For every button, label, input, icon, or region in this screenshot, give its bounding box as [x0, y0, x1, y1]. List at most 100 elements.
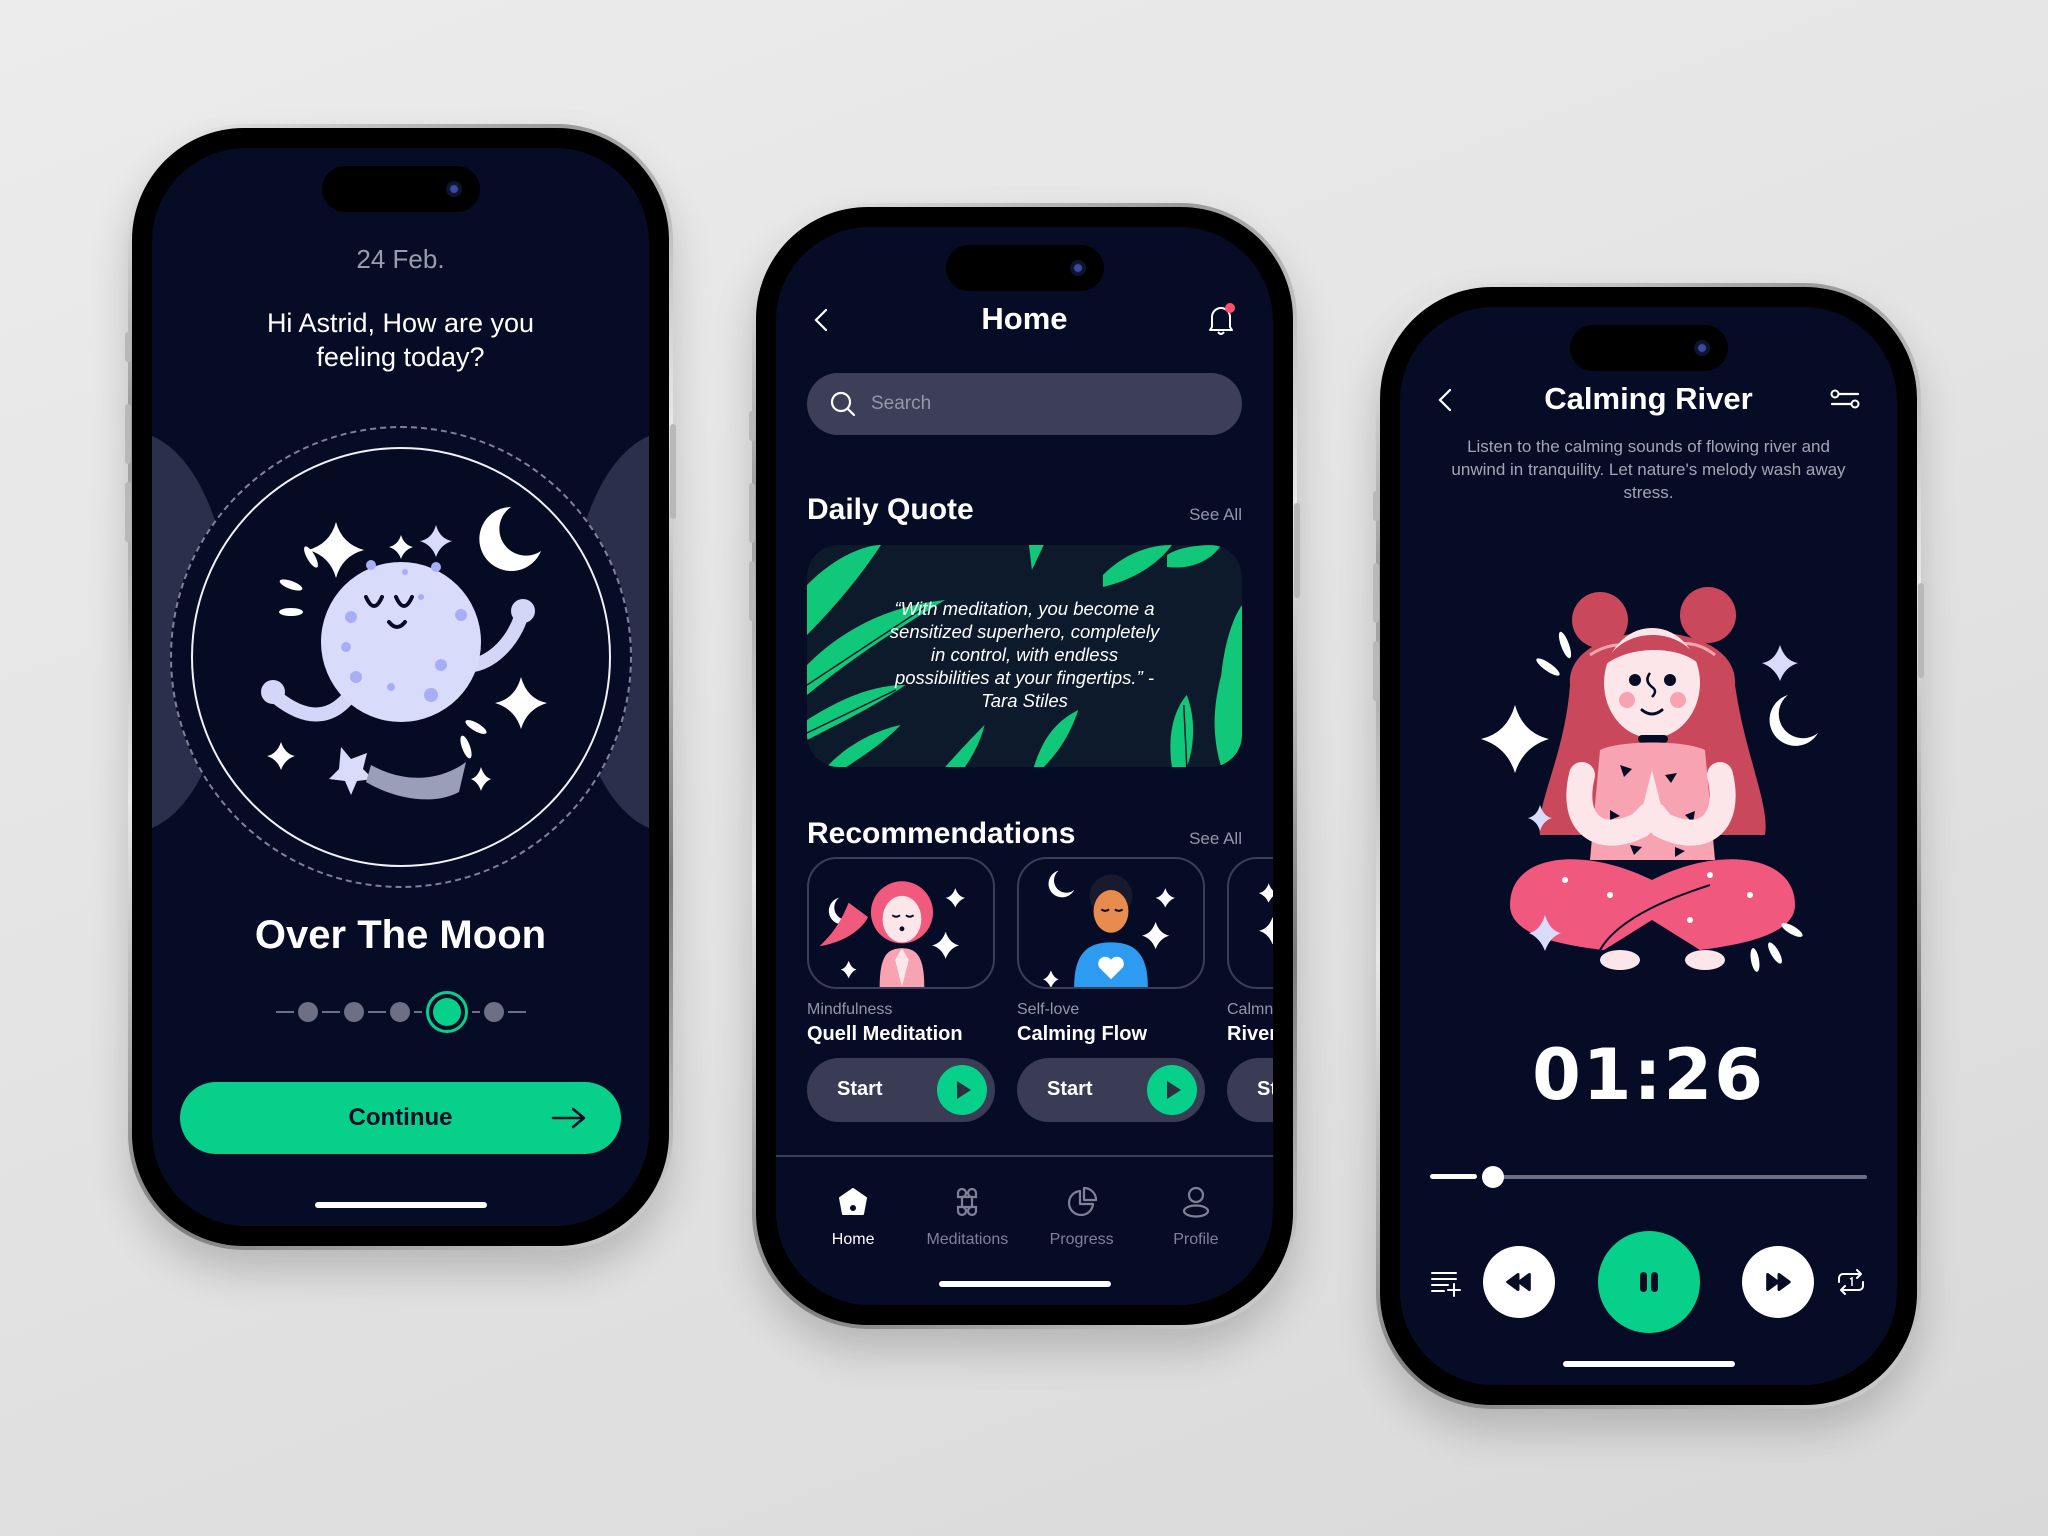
recommendation-thumbnail[interactable]	[1017, 857, 1205, 989]
tab-label: Meditations	[926, 1231, 1009, 1248]
step-connector	[507, 1011, 526, 1013]
daily-quote-text: “With meditation, you become a sensitize…	[889, 598, 1160, 711]
mood-step-indicator	[152, 991, 649, 1033]
recommendation-card[interactable]: Self-love Calming Flow Start	[1017, 857, 1205, 1122]
camera-icon	[1693, 340, 1710, 356]
volume-down-button	[749, 561, 755, 621]
pause-button[interactable]	[1597, 1231, 1700, 1333]
sparkle-icon	[388, 535, 413, 559]
recommendations-see-all-link[interactable]: See All	[1189, 829, 1242, 849]
sparkle-icon	[266, 742, 295, 770]
sparkle-icon	[840, 960, 857, 979]
shooting-star-icon	[328, 747, 373, 795]
pink-haired-woman-illustration	[819, 881, 965, 987]
power-button	[670, 424, 676, 519]
daily-quote-see-all-link[interactable]: See All	[1189, 505, 1242, 525]
man-heart-shirt-illustration	[1043, 870, 1175, 987]
add-to-playlist-button[interactable]	[1428, 1264, 1464, 1300]
search-icon	[830, 391, 856, 417]
repeat-one-button[interactable]	[1833, 1264, 1869, 1300]
camera-icon	[445, 181, 462, 197]
progress-slider[interactable]	[1430, 1165, 1867, 1189]
tab-home[interactable]: Home	[798, 1185, 908, 1275]
recommendations-header: Recommendations See All	[807, 817, 1242, 857]
meditating-girl-illustration	[1481, 587, 1818, 972]
home-indicator[interactable]	[938, 1281, 1111, 1287]
recommendations-heading: Recommendations	[807, 817, 1076, 850]
recommendation-category: Calmness	[1227, 1001, 1273, 1018]
mood-step-3[interactable]	[389, 1002, 410, 1022]
play-icon[interactable]	[1147, 1065, 1197, 1115]
arrow-right-icon	[551, 1107, 586, 1129]
recommendation-title: Quell Meditation	[807, 1023, 963, 1045]
step-connector	[275, 1011, 294, 1013]
sparkle-icon	[1043, 970, 1059, 987]
recommendation-card[interactable]: Mindfulness Quell Meditation Start	[807, 857, 995, 1122]
daily-quote-card[interactable]: “With meditation, you become a sensitize…	[807, 545, 1242, 767]
mood-label: Over The Moon	[254, 913, 547, 957]
start-label: Start	[1047, 1078, 1093, 1100]
stars-illustration	[1258, 883, 1273, 945]
mood-step-4-selected[interactable]	[425, 991, 468, 1033]
greeting-line-2: feeling today?	[316, 342, 485, 372]
crescent-moon-icon	[1769, 695, 1818, 746]
tab-profile[interactable]: Profile	[1141, 1185, 1251, 1275]
home-indicator[interactable]	[1562, 1361, 1735, 1367]
sparkle-icon	[1762, 645, 1798, 681]
sliders-icon[interactable]	[1829, 381, 1861, 417]
play-icon[interactable]	[937, 1065, 987, 1115]
track-title: Calming River	[1544, 381, 1753, 416]
start-button[interactable]: Start	[1017, 1058, 1205, 1122]
daily-quote-heading: Daily Quote	[807, 493, 974, 526]
fast-forward-button[interactable]	[1742, 1246, 1814, 1318]
mood-step-5[interactable]	[483, 1002, 504, 1022]
mood-step-2[interactable]	[343, 1002, 364, 1022]
recommendation-card[interactable]: Calmness River Start	[1227, 857, 1273, 1122]
bezel: Home Daily Quote See All	[756, 207, 1293, 1325]
start-button[interactable]: Start	[807, 1058, 995, 1122]
sparkle-icon	[1155, 888, 1175, 908]
progress-thumb[interactable]	[1482, 1166, 1505, 1188]
progress-track	[1500, 1175, 1867, 1179]
player-header: Calming River	[1400, 375, 1897, 425]
step-connector	[321, 1011, 340, 1013]
sparkle-icon	[945, 888, 965, 908]
tab-label: Profile	[1173, 1231, 1219, 1248]
tab-progress[interactable]: Progress	[1027, 1185, 1137, 1275]
moon-character-illustration	[260, 507, 547, 800]
tab-meditations[interactable]: Meditations	[912, 1185, 1022, 1275]
mood-step-1[interactable]	[297, 1002, 318, 1022]
rewind-button[interactable]	[1483, 1246, 1555, 1318]
search-input[interactable]	[871, 393, 1242, 415]
start-button[interactable]: Start	[1227, 1058, 1273, 1122]
crescent-moon-icon	[1048, 870, 1075, 898]
fast-forward-icon	[1766, 1273, 1791, 1291]
recommendations-carousel[interactable]: Mindfulness Quell Meditation Start Self-…	[807, 857, 1273, 1137]
tab-label: Home	[831, 1231, 875, 1248]
volume-up-button	[749, 483, 755, 543]
home-header: Home	[776, 295, 1273, 345]
dynamic-island	[1569, 325, 1728, 371]
command-icon	[957, 1187, 978, 1217]
search-bar[interactable]	[807, 373, 1242, 435]
user-icon	[1182, 1186, 1209, 1218]
greeting-line-1: Hi Astrid, How are you	[266, 308, 535, 338]
recommendation-thumbnail[interactable]	[1227, 857, 1273, 989]
home-screen: Home Daily Quote See All	[776, 227, 1273, 1305]
pause-icon	[1639, 1272, 1658, 1292]
mood-screen: 24 Feb. Hi Astrid, How are you feeling t…	[152, 148, 649, 1226]
phone-mood-screen: 24 Feb. Hi Astrid, How are you feeling t…	[125, 124, 676, 1250]
bezel: Calming River Listen to the calming soun…	[1380, 287, 1917, 1405]
bell-icon[interactable]	[1205, 301, 1237, 337]
page-title: Home	[981, 301, 1068, 336]
sparkle-icon	[1258, 883, 1273, 903]
volume-up-button	[125, 404, 131, 464]
dynamic-island	[321, 166, 480, 212]
recommendation-thumbnail[interactable]	[807, 857, 995, 989]
continue-button[interactable]: Continue	[180, 1082, 621, 1154]
shooting-star-trail	[365, 762, 466, 800]
continue-label: Continue	[348, 1104, 453, 1131]
home-indicator[interactable]	[314, 1202, 487, 1208]
player-screen: Calming River Listen to the calming soun…	[1400, 307, 1897, 1385]
home-icon	[839, 1188, 868, 1215]
